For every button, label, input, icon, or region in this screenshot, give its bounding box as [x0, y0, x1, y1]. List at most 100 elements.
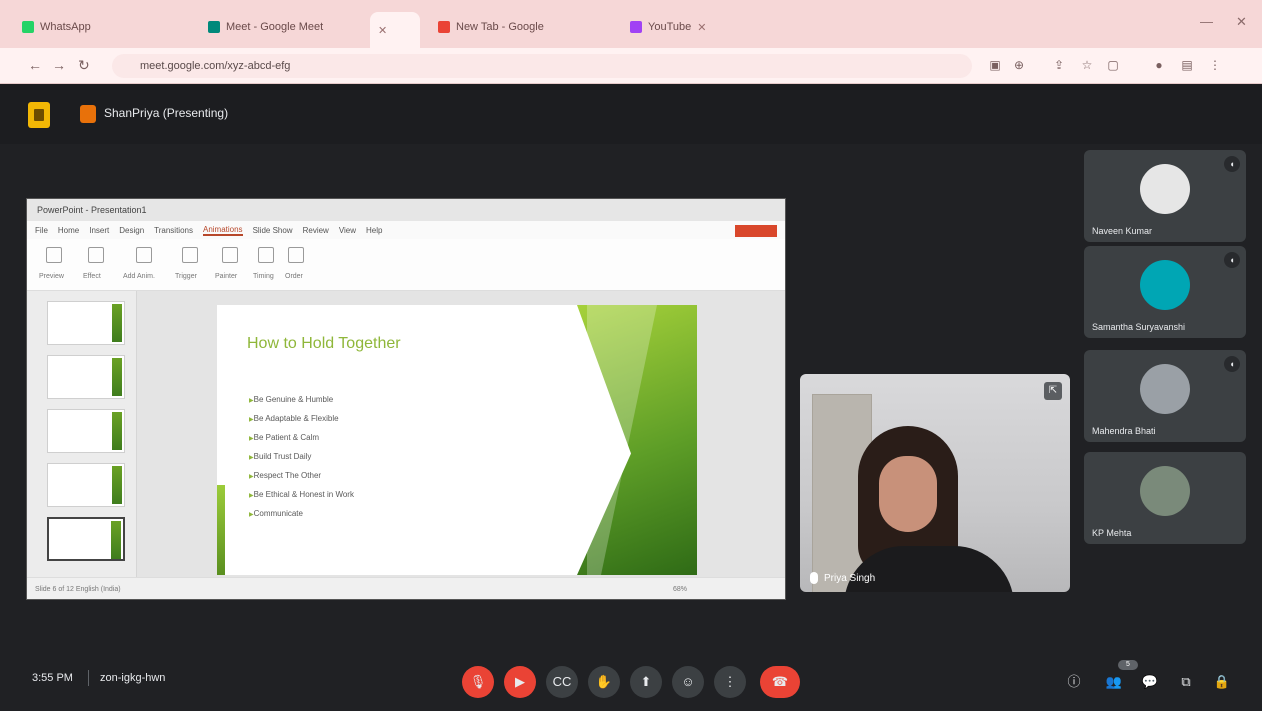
minimize-icon[interactable]: — [1200, 14, 1213, 29]
participant-count-badge: 5 [1118, 660, 1138, 670]
profile-icon[interactable]: ● [1150, 56, 1168, 74]
slide-thumbnail[interactable] [47, 355, 125, 399]
url-input[interactable]: meet.google.com/xyz-abcd-efg [112, 54, 972, 78]
pin-icon[interactable]: ⇱ [1044, 382, 1062, 400]
slide-thumbnail[interactable] [47, 409, 125, 453]
close-tab-icon[interactable]: ✕ [697, 21, 706, 34]
effect-icon[interactable] [83, 245, 107, 267]
ribbon-tab[interactable]: Review [303, 226, 329, 235]
chat-icon[interactable]: 💬 [1140, 672, 1160, 692]
extensions-icon[interactable]: ▢ [1104, 56, 1122, 74]
mic-muted-icon: ◖ [1224, 356, 1240, 372]
more-options-button[interactable]: ⋮ [714, 666, 746, 698]
browser-tab[interactable]: WhatsApp [14, 14, 134, 40]
ribbon-tab[interactable]: View [339, 226, 356, 235]
reactions-button[interactable]: ☺ [672, 666, 704, 698]
bookmark-star-icon[interactable]: ☆ [1078, 56, 1096, 74]
ribbon-tab[interactable]: Slide Show [253, 226, 293, 235]
browser-tab[interactable]: New Tab - Google [430, 14, 610, 40]
ribbon-tab[interactable]: Home [58, 226, 79, 235]
raise-hand-button[interactable]: ✋ [588, 666, 620, 698]
mic-off-button[interactable]: 🎙 [462, 666, 494, 698]
participant-tile[interactable]: Mahendra Bhati ◖ [1084, 350, 1246, 442]
slide-bullet: Be Patient & Calm [249, 429, 354, 448]
slide-thumbnail[interactable] [47, 463, 125, 507]
divider [88, 670, 89, 686]
present-button[interactable] [735, 225, 777, 237]
meeting-clock: 3:55 PM [32, 672, 73, 684]
speaker-name: Priya Singh [824, 572, 876, 584]
shared-app-title: PowerPoint - Presentation1 [27, 199, 785, 221]
ribbon-tab[interactable]: File [35, 226, 48, 235]
share-icon[interactable]: ⇪ [1050, 56, 1068, 74]
slide[interactable]: How to Hold Together Be Genuine & Humble… [217, 305, 697, 575]
end-call-button[interactable]: ☎ [760, 666, 800, 698]
status-bar: Slide 6 of 12 English (India) 68% [27, 577, 785, 599]
forward-icon[interactable]: → [52, 57, 66, 73]
slide-title: How to Hold Together [247, 335, 401, 352]
speaker-tile[interactable]: ⇱ Priya Singh [800, 374, 1070, 592]
activities-icon[interactable]: ⧉ [1176, 672, 1196, 692]
speaker-name-chip: Priya Singh [810, 572, 875, 584]
mic-icon [810, 572, 818, 584]
ribbon: Preview Effect Add Anim. Trigger Painter… [27, 239, 785, 291]
call-controls-bar: 3:55 PM zon-igkg-hwn 🎙 ▶ CC ✋ ⬆ ☺ ⋮ ☎ ⓘ … [0, 650, 1262, 711]
meet-window: ShanPriya (Presenting) PowerPoint - Pres… [0, 84, 1262, 711]
participant-name: Samantha Suryavanshi [1092, 322, 1186, 332]
slide-bullet: Build Trust Daily [249, 448, 354, 467]
captions-button[interactable]: CC [546, 666, 578, 698]
info-icon[interactable]: ⓘ [1064, 672, 1084, 692]
camera-permission-icon[interactable]: ▣ [986, 56, 1004, 74]
tab-favicon-icon [630, 21, 642, 33]
people-icon[interactable]: 👥 [1104, 672, 1124, 692]
ribbon-tab-active[interactable]: Animations [202, 225, 243, 236]
tab-favicon-icon [208, 21, 220, 33]
tab-favicon-icon [438, 21, 450, 33]
slide-bullet: Communicate [249, 505, 354, 524]
sidebar-icon[interactable]: ▤ [1178, 56, 1196, 74]
browser-menu-icon[interactable]: ⋮ [1206, 56, 1224, 74]
ribbon-tab[interactable]: Transitions [154, 226, 193, 235]
slide-bullet: Respect The Other [249, 467, 354, 486]
participant-tile[interactable]: Naveen Kumar ◖ [1084, 150, 1246, 242]
slide-thumbnail[interactable] [47, 301, 125, 345]
ribbon-tab[interactable]: Insert [89, 226, 109, 235]
slide-bullet-list: Be Genuine & Humble Be Adaptable & Flexi… [249, 391, 354, 524]
zoom-icon[interactable]: ⊕ [1010, 56, 1028, 74]
order-icon[interactable] [283, 245, 307, 267]
trigger-icon[interactable] [177, 245, 201, 267]
ribbon-tab[interactable]: Help [366, 226, 382, 235]
slide-canvas: How to Hold Together Be Genuine & Humble… [137, 291, 785, 577]
slide-thumbnail-pane [27, 291, 137, 577]
slide-thumbnail-selected[interactable] [47, 517, 125, 561]
participant-name: KP Mehta [1092, 528, 1132, 538]
slide-accent-bar [217, 485, 225, 575]
participant-tile[interactable]: KP Mehta [1084, 452, 1246, 544]
mic-muted-icon: ◖ [1224, 252, 1240, 268]
meeting-code: zon-igkg-hwn [100, 672, 166, 684]
browser-tab[interactable]: YouTube ✕ [622, 14, 802, 40]
browser-tab-active[interactable]: ✕ [370, 12, 420, 48]
meet-header: ShanPriya (Presenting) [0, 84, 1262, 144]
preview-icon[interactable] [41, 245, 65, 267]
slide-bullet: Be Genuine & Humble [249, 391, 354, 410]
camera-off-button[interactable]: ▶ [504, 666, 536, 698]
zoom-level[interactable]: 68% [673, 578, 687, 599]
browser-tab[interactable]: Meet - Google Meet [200, 14, 360, 40]
present-screen-button[interactable]: ⬆ [630, 666, 662, 698]
close-window-icon[interactable]: ✕ [1236, 14, 1247, 30]
host-controls-icon[interactable]: 🔒 [1212, 672, 1232, 692]
close-tab-icon[interactable]: ✕ [378, 24, 387, 37]
address-bar-row: ← → ↻ meet.google.com/xyz-abcd-efg ▣ ⊕ ⇪… [0, 48, 1262, 84]
reload-icon[interactable]: ↻ [78, 57, 90, 74]
painter-icon[interactable] [217, 245, 241, 267]
add-animation-icon[interactable] [131, 245, 155, 267]
timing-icon[interactable] [253, 245, 277, 267]
presenting-icon [80, 105, 96, 123]
ribbon-tabs: File Home Insert Design Transitions Anim… [27, 221, 785, 239]
browser-tab-bar: WhatsApp Meet - Google Meet ✕ New Tab - … [0, 0, 1262, 48]
participant-tile[interactable]: Samantha Suryavanshi ◖ [1084, 246, 1246, 338]
back-icon[interactable]: ← [28, 57, 42, 73]
ribbon-tab[interactable]: Design [119, 226, 144, 235]
shared-screen: PowerPoint - Presentation1 File Home Ins… [26, 198, 786, 600]
